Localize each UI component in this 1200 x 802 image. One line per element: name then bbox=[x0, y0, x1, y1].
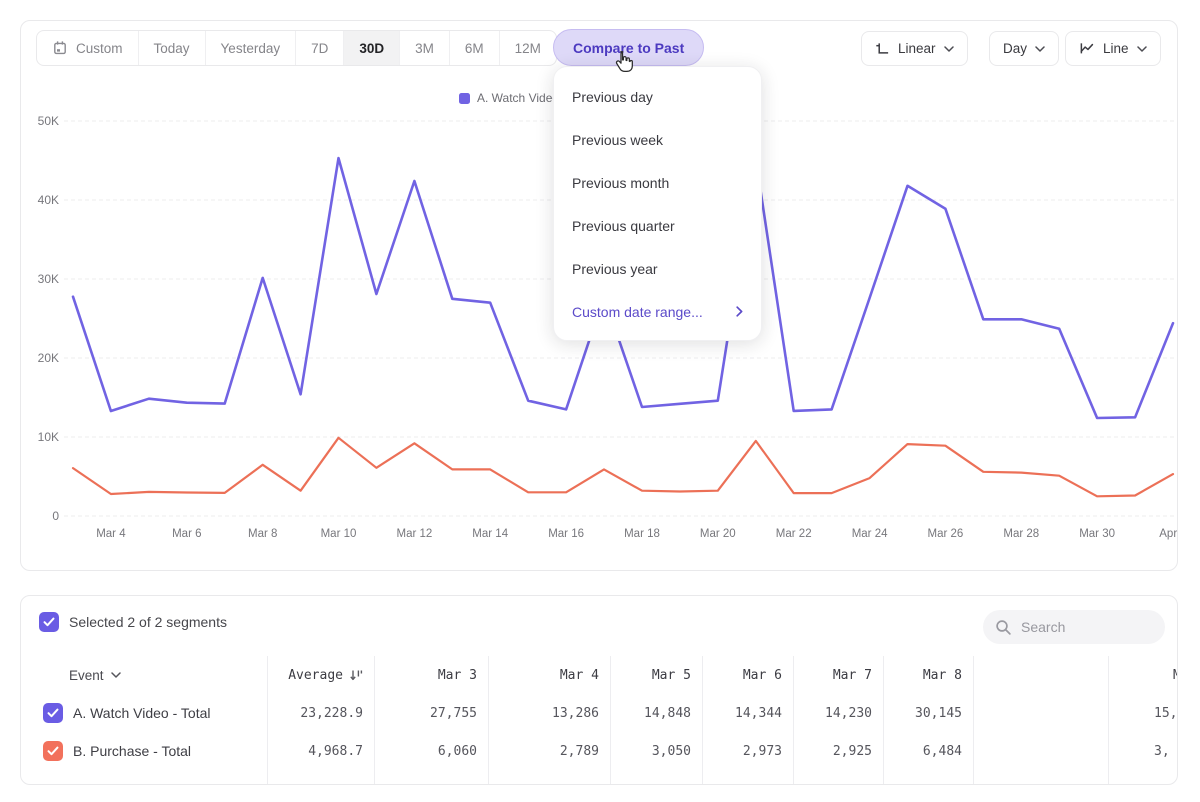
column-header-spacer bbox=[974, 656, 1109, 694]
segments-panel: Selected 2 of 2 segments Event Average M… bbox=[20, 595, 1178, 785]
row-checkbox-purchase[interactable] bbox=[43, 741, 63, 761]
chevron-right-icon bbox=[736, 306, 743, 317]
cell-b-mar9-clipped: 3, bbox=[1109, 732, 1178, 770]
cell-b-mar3: 6,060 bbox=[375, 732, 489, 770]
svg-text:Mar 8: Mar 8 bbox=[248, 528, 277, 540]
cell-a-mar7: 14,230 bbox=[794, 694, 884, 732]
chevron-down-icon bbox=[944, 46, 954, 52]
menu-item-previous-quarter[interactable]: Previous quarter bbox=[554, 204, 761, 247]
svg-text:Mar 24: Mar 24 bbox=[852, 528, 888, 540]
chevron-down-icon bbox=[1035, 46, 1045, 52]
column-header-mar4: Mar 4 bbox=[489, 656, 611, 694]
svg-text:Apr 1: Apr 1 bbox=[1159, 528, 1179, 540]
table-row-watch-video[interactable]: A. Watch Video - Total bbox=[21, 694, 268, 732]
svg-text:40K: 40K bbox=[38, 193, 59, 207]
cell-a-mar8: 30,145 bbox=[884, 694, 974, 732]
cell-a-mar4: 13,286 bbox=[489, 694, 611, 732]
svg-text:Mar 4: Mar 4 bbox=[96, 528, 126, 540]
range-yesterday[interactable]: Yesterday bbox=[205, 31, 296, 65]
cell-b-mar5: 3,050 bbox=[611, 732, 703, 770]
search-icon bbox=[995, 619, 1012, 636]
compare-to-past-menu: Previous day Previous week Previous mont… bbox=[553, 66, 762, 341]
svg-text:Mar 10: Mar 10 bbox=[321, 528, 357, 540]
cell-b-mar7: 2,925 bbox=[794, 732, 884, 770]
range-6m[interactable]: 6M bbox=[449, 31, 499, 65]
range-custom-label: Custom bbox=[76, 41, 123, 56]
menu-item-previous-week[interactable]: Previous week bbox=[554, 118, 761, 161]
svg-text:10K: 10K bbox=[38, 430, 59, 444]
column-header-mar7: Mar 7 bbox=[794, 656, 884, 694]
cell-a-mar5: 14,848 bbox=[611, 694, 703, 732]
segments-table: Event Average Mar 3 Mar 4 Mar 5 Mar 6 Ma… bbox=[21, 656, 1177, 785]
svg-text:Mar 30: Mar 30 bbox=[1079, 528, 1115, 540]
range-custom[interactable]: Custom bbox=[37, 31, 138, 65]
column-header-mar3: Mar 3 bbox=[375, 656, 489, 694]
menu-item-previous-day[interactable]: Previous day bbox=[554, 75, 761, 118]
cell-b-spacer bbox=[974, 732, 1109, 770]
row-label-purchase: B. Purchase - Total bbox=[73, 743, 191, 759]
svg-text:Mar 16: Mar 16 bbox=[548, 528, 584, 540]
svg-text:Mar 20: Mar 20 bbox=[700, 528, 736, 540]
cell-b-mar8: 6,484 bbox=[884, 732, 974, 770]
menu-item-previous-year[interactable]: Previous year bbox=[554, 247, 761, 290]
svg-text:Mar 12: Mar 12 bbox=[397, 528, 433, 540]
svg-text:Mar 14: Mar 14 bbox=[472, 528, 508, 540]
calendar-icon bbox=[52, 40, 68, 56]
date-range-control: Custom Today Yesterday 7D 30D 3M 6M 12M bbox=[36, 30, 557, 66]
range-30d-active[interactable]: 30D bbox=[343, 31, 399, 65]
segments-header: Selected 2 of 2 segments bbox=[39, 612, 227, 632]
check-icon bbox=[43, 617, 55, 627]
search-input[interactable] bbox=[1021, 619, 1141, 635]
svg-text:Mar 26: Mar 26 bbox=[928, 528, 964, 540]
legend-swatch-a bbox=[459, 93, 470, 104]
column-header-mar8: Mar 8 bbox=[884, 656, 974, 694]
check-icon bbox=[47, 708, 59, 718]
cell-a-average: 23,228.9 bbox=[268, 694, 375, 732]
selected-segments-label: Selected 2 of 2 segments bbox=[69, 614, 227, 630]
interval-dropdown[interactable]: Day bbox=[989, 31, 1059, 66]
check-icon bbox=[47, 746, 59, 756]
chevron-down-icon bbox=[111, 672, 121, 678]
svg-text:Mar 6: Mar 6 bbox=[172, 528, 201, 540]
cell-b-average: 4,968.7 bbox=[268, 732, 375, 770]
column-header-average[interactable]: Average bbox=[268, 656, 375, 694]
chevron-down-icon bbox=[1137, 46, 1147, 52]
table-row-purchase[interactable]: B. Purchase - Total bbox=[21, 732, 268, 770]
cursor-pointer-icon bbox=[612, 50, 635, 76]
cell-b-mar4: 2,789 bbox=[489, 732, 611, 770]
cell-a-mar9-clipped: 15, bbox=[1109, 694, 1178, 732]
svg-text:50K: 50K bbox=[38, 114, 59, 128]
row-checkbox-watch-video[interactable] bbox=[43, 703, 63, 723]
linear-axis-icon bbox=[875, 41, 890, 56]
svg-text:0: 0 bbox=[52, 509, 59, 523]
svg-text:20K: 20K bbox=[38, 351, 59, 365]
range-7d[interactable]: 7D bbox=[295, 31, 343, 65]
cell-a-mar3: 27,755 bbox=[375, 694, 489, 732]
scale-dropdown[interactable]: Linear bbox=[861, 31, 968, 66]
svg-text:Mar 28: Mar 28 bbox=[1003, 528, 1039, 540]
range-12m[interactable]: 12M bbox=[499, 31, 556, 65]
cell-b-mar6: 2,973 bbox=[703, 732, 794, 770]
row-label-watch-video: A. Watch Video - Total bbox=[73, 705, 210, 721]
range-3m[interactable]: 3M bbox=[399, 31, 449, 65]
cell-a-spacer bbox=[974, 694, 1109, 732]
column-header-event[interactable]: Event bbox=[21, 656, 268, 694]
search-box[interactable] bbox=[983, 610, 1165, 644]
chart-type-dropdown[interactable]: Line bbox=[1065, 31, 1161, 66]
column-header-mar6: Mar 6 bbox=[703, 656, 794, 694]
svg-text:Mar 22: Mar 22 bbox=[776, 528, 812, 540]
line-chart-icon bbox=[1079, 41, 1095, 56]
cell-a-mar6: 14,344 bbox=[703, 694, 794, 732]
menu-item-previous-month[interactable]: Previous month bbox=[554, 161, 761, 204]
svg-text:30K: 30K bbox=[38, 272, 59, 286]
menu-item-custom-date-range[interactable]: Custom date range... bbox=[554, 290, 761, 333]
sort-icon bbox=[349, 668, 363, 682]
column-header-mar9-clipped: M bbox=[1109, 656, 1178, 694]
svg-text:Mar 18: Mar 18 bbox=[624, 528, 660, 540]
column-header-mar5: Mar 5 bbox=[611, 656, 703, 694]
select-all-checkbox[interactable] bbox=[39, 612, 59, 632]
range-today[interactable]: Today bbox=[138, 31, 205, 65]
